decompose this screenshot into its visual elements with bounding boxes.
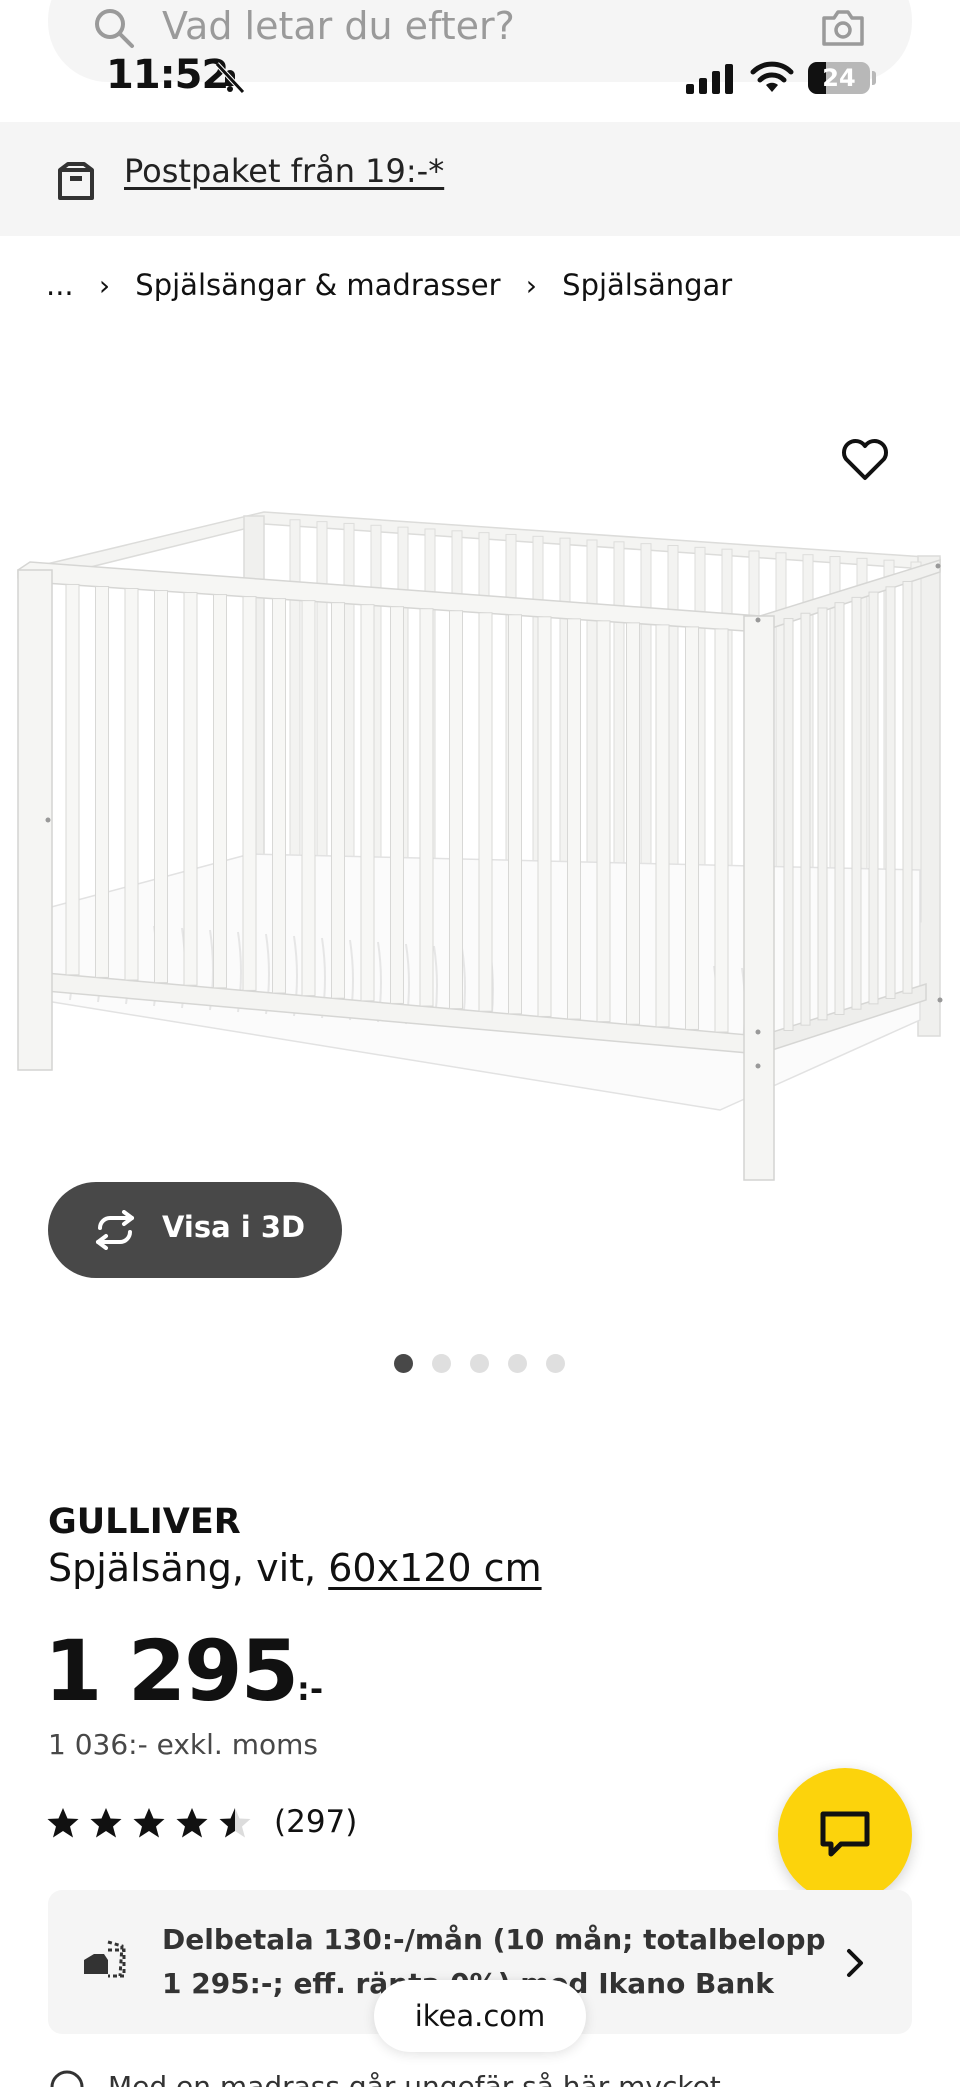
heart-icon[interactable]	[838, 432, 892, 486]
wifi-icon	[750, 61, 794, 92]
breadcrumb: ... › Spjälsängar & madrasser › Spjälsän…	[46, 266, 732, 306]
chevron-right-icon: ›	[525, 268, 537, 302]
price-excl-vat: 1 036:- exkl. moms	[48, 1728, 318, 1761]
search-icon	[95, 9, 134, 48]
view-3d-label: Visa i 3D	[162, 1210, 306, 1244]
parcel-icon	[58, 162, 94, 200]
promo-link[interactable]: Postpaket från 19:-*	[124, 152, 444, 190]
review-count[interactable]: (297)	[274, 1804, 357, 1840]
star-icon	[133, 1808, 165, 1838]
product-size-link[interactable]: 60x120 cm	[328, 1546, 541, 1590]
search-input[interactable]: Vad letar du efter?	[162, 4, 515, 48]
browser-url-pill[interactable]: ikea.com	[374, 1980, 586, 2052]
carousel-dot[interactable]	[394, 1354, 413, 1373]
star-icon	[176, 1808, 208, 1838]
battery-level: 24	[822, 64, 856, 92]
breadcrumb-ellipsis[interactable]: ...	[46, 268, 74, 302]
view-3d-button[interactable]: Visa i 3D	[48, 1182, 342, 1278]
chat-icon	[820, 1811, 870, 1857]
product-description: Spjälsäng, vit, 60x120 cm	[48, 1546, 542, 1590]
breadcrumb-item-cribs[interactable]: Spjälsängar	[562, 268, 732, 302]
cellular-signal-icon	[686, 64, 733, 94]
bell-off-icon	[215, 62, 245, 94]
status-time: 11:52	[106, 52, 229, 98]
partial-info-text: Med en madrass går ungefär så här mycket…	[108, 2070, 748, 2087]
camera-icon[interactable]	[820, 8, 866, 48]
carousel-dot[interactable]	[470, 1354, 489, 1373]
product-type: Spjälsäng, vit,	[48, 1546, 317, 1590]
carousel-dot[interactable]	[546, 1354, 565, 1373]
info-icon	[50, 2070, 84, 2087]
price-value: 1 295	[44, 1622, 299, 1720]
chat-button[interactable]	[778, 1768, 912, 1902]
product-name: GULLIVER	[48, 1502, 241, 1542]
breadcrumb-item-cribs-mattresses[interactable]: Spjälsängar & madrasser	[135, 268, 500, 302]
installment-icon	[84, 1940, 126, 1978]
product-image[interactable]	[0, 320, 960, 1200]
carousel-dot[interactable]	[432, 1354, 451, 1373]
rotate-3d-icon	[96, 1210, 134, 1250]
price-suffix: :-	[297, 1670, 324, 1708]
promo-banner[interactable]: Postpaket från 19:-*	[0, 122, 960, 236]
star-icon	[90, 1808, 122, 1838]
product-price: 1 295:-	[44, 1622, 323, 1720]
star-icon	[47, 1808, 79, 1838]
chevron-right-icon	[847, 1949, 863, 1977]
battery-indicator: 24	[808, 62, 870, 94]
carousel-dot[interactable]	[508, 1354, 527, 1373]
chevron-right-icon: ›	[98, 268, 111, 302]
star-icon	[219, 1808, 251, 1838]
